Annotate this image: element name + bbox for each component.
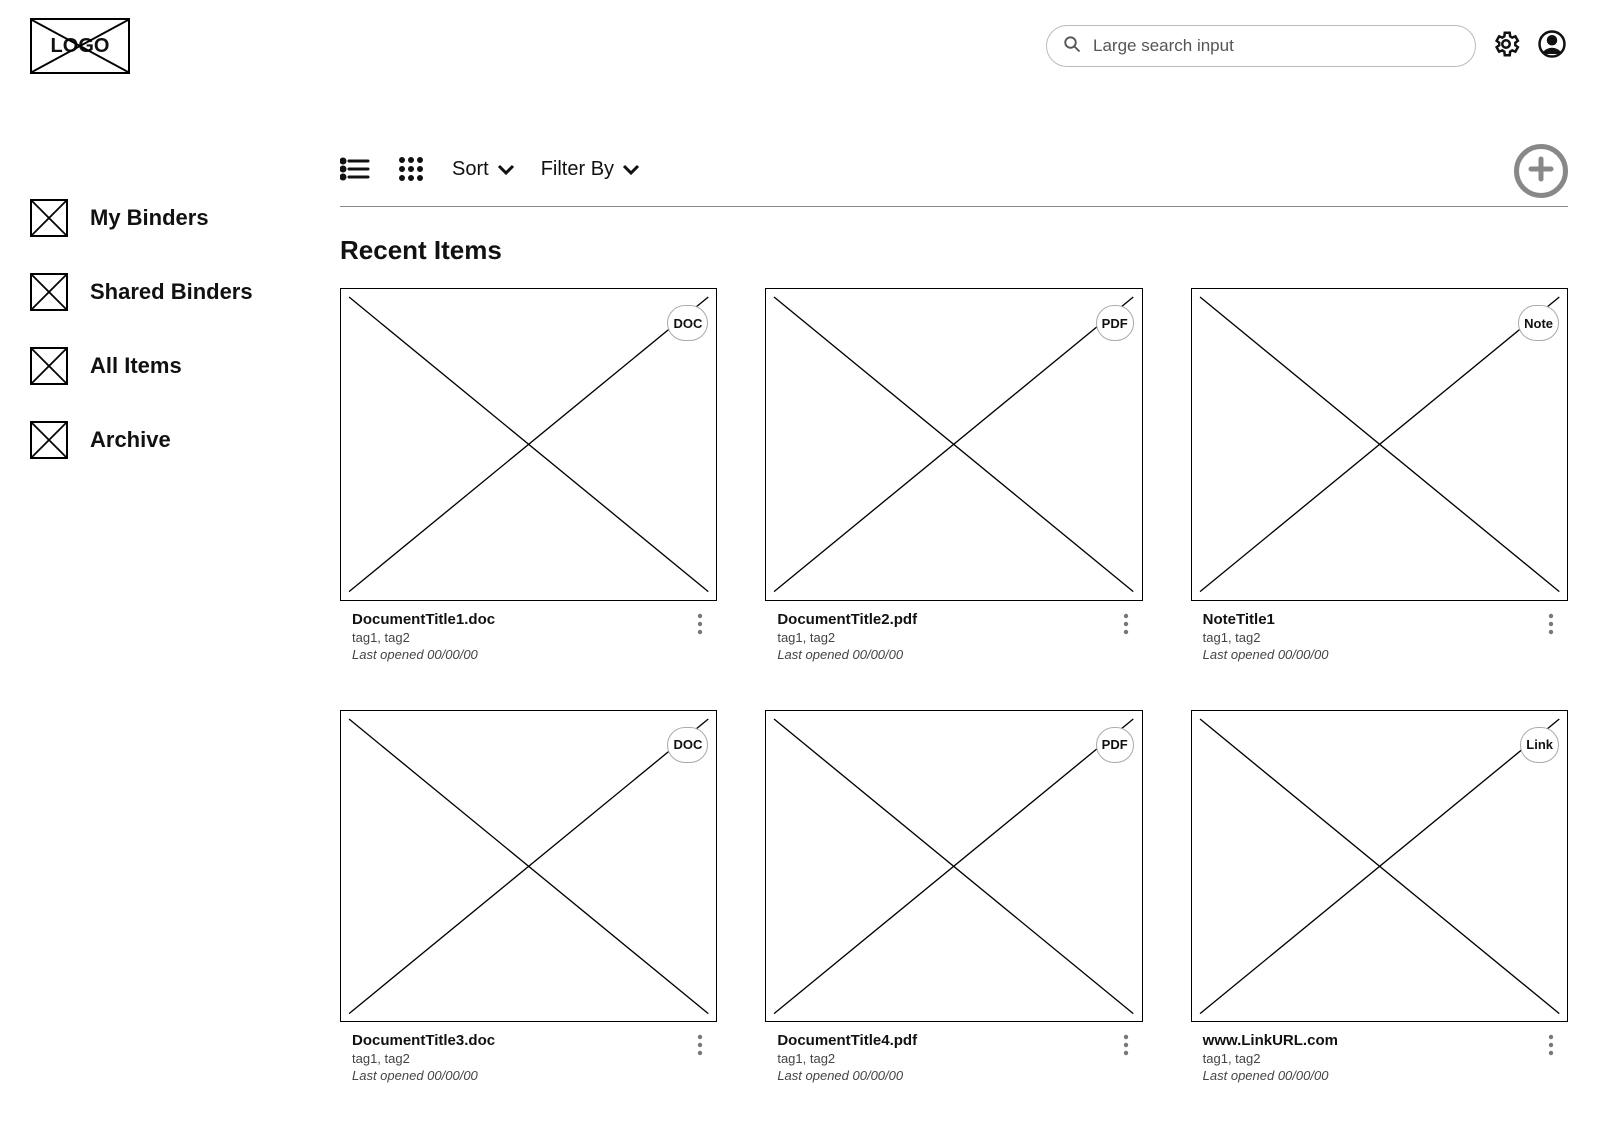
type-badge: Link xyxy=(1520,727,1559,763)
toolbar: Sort Filter By xyxy=(340,144,1568,207)
sidebar: My Binders Shared Binders All Items Arch… xyxy=(30,84,340,1083)
item-card[interactable]: DOC DocumentTitle1.doc tag1, tag2 Last o… xyxy=(340,288,717,662)
logo[interactable]: LOGO xyxy=(30,18,130,74)
gear-icon xyxy=(1491,29,1521,64)
account-button[interactable] xyxy=(1536,30,1568,62)
chevron-down-icon xyxy=(622,158,640,181)
kebab-icon xyxy=(1548,1034,1566,1056)
item-title: DocumentTitle1.doc xyxy=(352,611,689,628)
item-tags: tag1, tag2 xyxy=(352,1051,689,1066)
item-thumbnail[interactable]: DOC xyxy=(340,288,717,601)
kebab-icon xyxy=(697,613,715,635)
sidebar-item-label: My Binders xyxy=(90,205,209,231)
user-circle-icon xyxy=(1537,29,1567,64)
item-menu-button[interactable] xyxy=(1548,1032,1566,1056)
sidebar-item-label: Archive xyxy=(90,427,171,453)
settings-button[interactable] xyxy=(1490,30,1522,62)
sidebar-item-label: All Items xyxy=(90,353,182,379)
type-badge: Note xyxy=(1518,305,1559,341)
search-input-container[interactable] xyxy=(1046,25,1476,67)
item-last-opened: Last opened 00/00/00 xyxy=(352,1068,689,1083)
item-card[interactable]: PDF DocumentTitle2.pdf tag1, tag2 Last o… xyxy=(765,288,1142,662)
type-badge: PDF xyxy=(1096,305,1134,341)
add-button[interactable] xyxy=(1514,144,1568,198)
filter-dropdown[interactable]: Filter By xyxy=(541,158,640,181)
type-badge: PDF xyxy=(1096,727,1134,763)
item-last-opened: Last opened 00/00/00 xyxy=(777,1068,1114,1083)
item-tags: tag1, tag2 xyxy=(777,1051,1114,1066)
item-tags: tag1, tag2 xyxy=(352,630,689,645)
item-card[interactable]: Link www.LinkURL.com tag1, tag2 Last ope… xyxy=(1191,710,1568,1084)
item-last-opened: Last opened 00/00/00 xyxy=(1203,647,1540,662)
kebab-icon xyxy=(1123,613,1141,635)
item-thumbnail[interactable]: PDF xyxy=(765,288,1142,601)
kebab-icon xyxy=(1548,613,1566,635)
chevron-down-icon xyxy=(497,158,515,181)
item-last-opened: Last opened 00/00/00 xyxy=(352,647,689,662)
type-badge: DOC xyxy=(667,305,708,341)
item-card[interactable]: PDF DocumentTitle4.pdf tag1, tag2 Last o… xyxy=(765,710,1142,1084)
plus-icon xyxy=(1527,155,1555,188)
item-card[interactable]: DOC DocumentTitle3.doc tag1, tag2 Last o… xyxy=(340,710,717,1084)
kebab-icon xyxy=(697,1034,715,1056)
sidebar-item-my-binders[interactable]: My Binders xyxy=(30,199,340,237)
sidebar-item-label: Shared Binders xyxy=(90,279,253,305)
item-menu-button[interactable] xyxy=(1123,1032,1141,1056)
item-menu-button[interactable] xyxy=(697,1032,715,1056)
section-title: Recent Items xyxy=(340,235,1568,266)
item-tags: tag1, tag2 xyxy=(1203,630,1540,645)
item-title: DocumentTitle4.pdf xyxy=(777,1032,1114,1049)
search-input[interactable] xyxy=(1093,36,1459,56)
item-thumbnail[interactable]: DOC xyxy=(340,710,717,1023)
placeholder-icon xyxy=(30,199,68,237)
sort-dropdown[interactable]: Sort xyxy=(452,158,515,181)
filter-label: Filter By xyxy=(541,158,614,181)
grid-view-button[interactable] xyxy=(396,156,426,182)
sort-label: Sort xyxy=(452,158,489,181)
item-menu-button[interactable] xyxy=(1548,611,1566,635)
item-title: www.LinkURL.com xyxy=(1203,1032,1540,1049)
item-title: DocumentTitle3.doc xyxy=(352,1032,689,1049)
list-view-button[interactable] xyxy=(340,156,370,182)
item-card[interactable]: Note NoteTitle1 tag1, tag2 Last opened 0… xyxy=(1191,288,1568,662)
type-badge: DOC xyxy=(667,727,708,763)
sidebar-item-archive[interactable]: Archive xyxy=(30,421,340,459)
item-title: NoteTitle1 xyxy=(1203,611,1540,628)
item-title: DocumentTitle2.pdf xyxy=(777,611,1114,628)
grid-icon xyxy=(396,156,426,182)
item-tags: tag1, tag2 xyxy=(777,630,1114,645)
item-thumbnail[interactable]: Note xyxy=(1191,288,1568,601)
list-icon xyxy=(340,156,370,182)
placeholder-icon xyxy=(30,347,68,385)
item-thumbnail[interactable]: PDF xyxy=(765,710,1142,1023)
placeholder-icon xyxy=(30,273,68,311)
item-last-opened: Last opened 00/00/00 xyxy=(1203,1068,1540,1083)
item-menu-button[interactable] xyxy=(697,611,715,635)
placeholder-icon xyxy=(30,421,68,459)
item-tags: tag1, tag2 xyxy=(1203,1051,1540,1066)
sidebar-item-all-items[interactable]: All Items xyxy=(30,347,340,385)
item-last-opened: Last opened 00/00/00 xyxy=(777,647,1114,662)
item-menu-button[interactable] xyxy=(1123,611,1141,635)
item-thumbnail[interactable]: Link xyxy=(1191,710,1568,1023)
sidebar-item-shared-binders[interactable]: Shared Binders xyxy=(30,273,340,311)
kebab-icon xyxy=(1123,1034,1141,1056)
search-icon xyxy=(1063,35,1081,58)
